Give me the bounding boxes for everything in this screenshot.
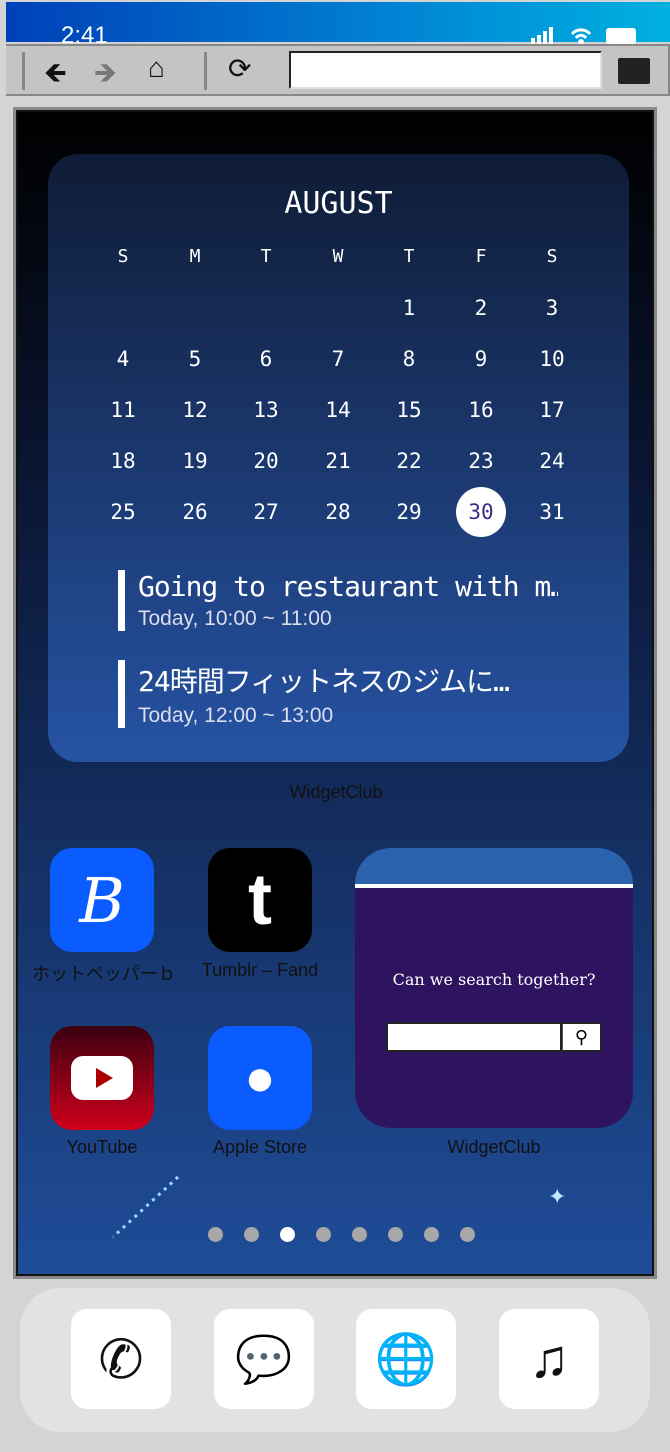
back-icon[interactable]: 🡸 — [44, 52, 67, 100]
calendar-day[interactable]: 2 — [456, 296, 506, 320]
calendar-day[interactable]: 13 — [241, 398, 291, 422]
event-time: Today, 10:00 ~ 11:00 — [138, 607, 332, 630]
signal-icon — [531, 27, 553, 44]
dock-browser[interactable]: 🌐 — [356, 1309, 456, 1409]
calendar-day[interactable]: 15 — [384, 398, 434, 422]
browser-toolbar: 🡸 🡺 ⌂ ⟳ — [6, 44, 670, 96]
app-tumblr[interactable]: t — [208, 848, 312, 952]
app-label: Tumblr – Fand — [201, 960, 319, 980]
event-title: 24時間フィットネスのジムに… — [138, 665, 510, 698]
calendar-day[interactable]: 28 — [313, 500, 363, 524]
reload-icon[interactable]: ⟳ — [228, 52, 251, 85]
calendar-month: AUGUST — [284, 186, 393, 221]
widget-label: WidgetClub — [289, 782, 383, 802]
folder-icon[interactable] — [618, 58, 650, 84]
search-input[interactable] — [386, 1022, 562, 1052]
tumblr-icon: t — [248, 860, 272, 940]
page-dot[interactable] — [316, 1227, 331, 1242]
calendar-day[interactable]: 8 — [384, 347, 434, 371]
calendar-day[interactable]: 29 — [384, 500, 434, 524]
dock: ✆ 💬 🌐 ♫ — [20, 1288, 650, 1432]
weekday-header: S — [117, 246, 129, 267]
calendar-day[interactable]: 17 — [527, 398, 577, 422]
page-dot[interactable] — [280, 1227, 295, 1242]
phone-frame: AUGUST S M T W T F S 1 2 3 4 5 6 7 8 9 10 11 12 13 14 15 16 17 1… — [13, 107, 657, 1279]
shooting-star-icon — [111, 1175, 180, 1239]
weekday-header: T — [403, 246, 415, 267]
calendar-day[interactable]: 3 — [527, 296, 577, 320]
calendar-day[interactable]: 6 — [241, 347, 291, 371]
home-icon[interactable]: ⌂ — [148, 52, 165, 84]
page-dot[interactable] — [244, 1227, 259, 1242]
globe-icon: 🌐 — [374, 1330, 438, 1387]
search-icon: ⚲ — [574, 1027, 589, 1047]
forward-icon[interactable]: 🡺 — [94, 52, 117, 100]
app-label: ホットペッパーｂ — [32, 964, 172, 984]
search-button[interactable]: ⚲ — [562, 1022, 602, 1052]
status-bar: 2:41 — [6, 2, 670, 49]
calendar-day[interactable]: 4 — [98, 347, 148, 371]
calendar-day[interactable]: 14 — [313, 398, 363, 422]
search-prompt: Can we search together? — [392, 970, 596, 989]
message-icon: 💬 — [235, 1332, 293, 1385]
event-item[interactable]: Going to restaurant with m… Today, 10:00… — [118, 570, 558, 631]
phone-icon: ✆ — [98, 1329, 144, 1390]
event-title: Going to restaurant with m… — [138, 570, 558, 603]
home-screen: AUGUST S M T W T F S 1 2 3 4 5 6 7 8 9 10 11 12 13 14 15 16 17 1… — [16, 110, 654, 1276]
calendar-day[interactable]: 5 — [170, 347, 220, 371]
status-icons — [531, 27, 636, 45]
calendar-day[interactable]: 12 — [170, 398, 220, 422]
weekday-header: T — [260, 246, 272, 267]
calendar-day-today[interactable]: 30 — [456, 487, 506, 537]
calendar-day[interactable]: 20 — [241, 449, 291, 473]
calendar-day[interactable]: 31 — [527, 500, 577, 524]
url-input[interactable] — [289, 51, 602, 89]
calendar-day[interactable]: 11 — [98, 398, 148, 422]
apple-logo-icon: ● — [244, 1049, 276, 1107]
widget-label: WidgetClub — [447, 1137, 541, 1157]
youtube-play-icon — [71, 1056, 133, 1100]
calendar-day[interactable]: 24 — [527, 449, 577, 473]
app-apple-store[interactable]: ● — [208, 1026, 312, 1130]
calendar-day[interactable]: 26 — [170, 500, 220, 524]
calendar-day[interactable]: 16 — [456, 398, 506, 422]
page-dot[interactable] — [424, 1227, 439, 1242]
calendar-day[interactable]: 10 — [527, 347, 577, 371]
page-dot[interactable] — [388, 1227, 403, 1242]
calendar-day[interactable]: 9 — [456, 347, 506, 371]
dock-messages[interactable]: 💬 — [214, 1309, 314, 1409]
app-youtube[interactable] — [50, 1026, 154, 1130]
weekday-header: M — [189, 246, 201, 267]
battery-icon — [606, 28, 636, 44]
calendar-widget[interactable]: AUGUST S M T W T F S 1 2 3 4 5 6 7 8 9 10 11 12 13 14 15 16 17 1… — [48, 154, 629, 762]
weekday-header: S — [546, 246, 558, 267]
music-icon: ♫ — [528, 1329, 570, 1389]
sparkle-icon: ✦ — [548, 1184, 567, 1209]
event-item[interactable]: 24時間フィットネスのジムに… Today, 12:00 ~ 13:00 — [118, 660, 558, 728]
weekday-header: F — [475, 246, 487, 267]
dock-music[interactable]: ♫ — [499, 1309, 599, 1409]
wifi-icon — [570, 28, 592, 45]
calendar-day[interactable]: 27 — [241, 500, 291, 524]
calendar-day[interactable]: 25 — [98, 500, 148, 524]
calendar-day[interactable]: 23 — [456, 449, 506, 473]
calendar-day[interactable]: 1 — [384, 296, 434, 320]
weekday-header: W — [332, 246, 344, 267]
hotpepper-b-icon: B — [79, 863, 125, 937]
page-dot[interactable] — [208, 1227, 223, 1242]
app-hotpepper[interactable]: B — [50, 848, 154, 952]
page-dot[interactable] — [352, 1227, 367, 1242]
calendar-day[interactable]: 22 — [384, 449, 434, 473]
dock-phone[interactable]: ✆ — [71, 1309, 171, 1409]
app-label: YouTube — [66, 1137, 138, 1157]
calendar-day[interactable]: 7 — [313, 347, 363, 371]
calendar-day[interactable]: 21 — [313, 449, 363, 473]
event-time: Today, 12:00 ~ 13:00 — [138, 704, 334, 727]
page-dot[interactable] — [460, 1227, 475, 1242]
search-widget: Can we search together? ⚲ — [355, 848, 633, 1128]
app-label: Apple Store — [212, 1137, 308, 1157]
calendar-day[interactable]: 18 — [98, 449, 148, 473]
calendar-day[interactable]: 19 — [170, 449, 220, 473]
